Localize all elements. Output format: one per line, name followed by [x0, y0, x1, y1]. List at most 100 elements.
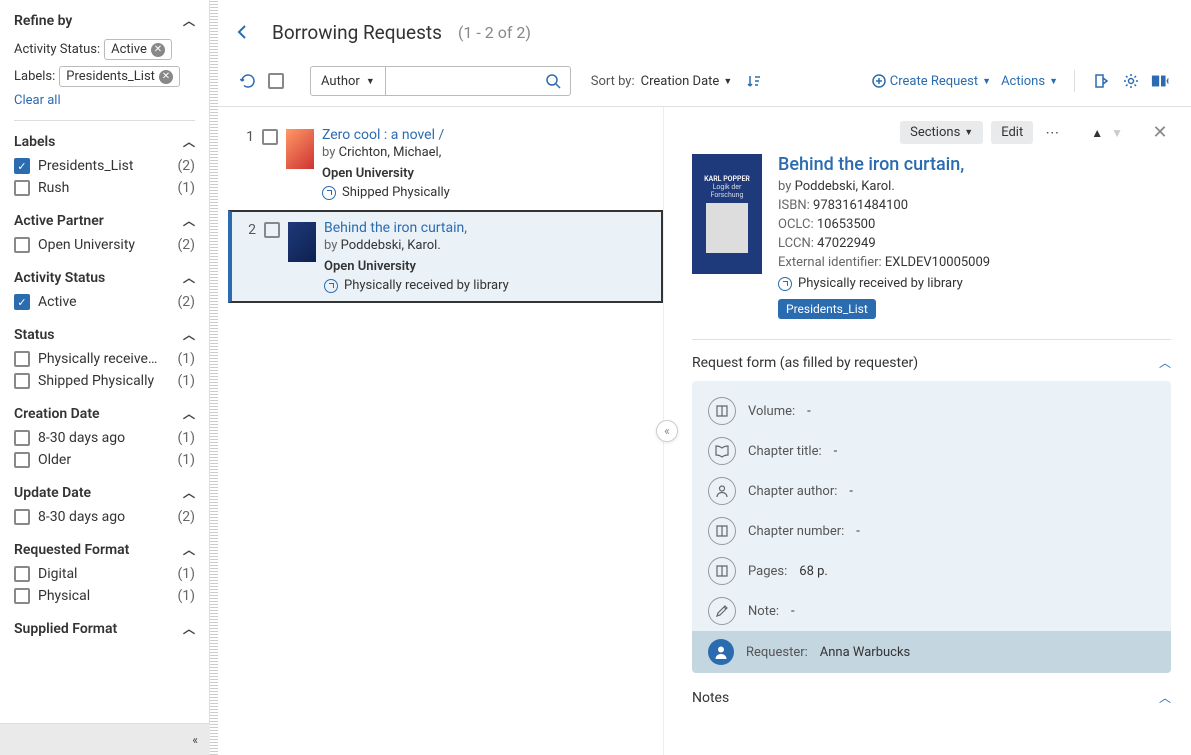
sections-button[interactable]: Sections ▼ [900, 121, 983, 144]
facet-item[interactable]: Older (1) [14, 452, 195, 468]
chevron-up-icon[interactable]: ︿ [183, 405, 195, 422]
chevron-up-icon[interactable]: ︿ [183, 484, 195, 501]
facet-item[interactable]: Open University (2) [14, 237, 195, 253]
create-request-button[interactable]: Create Request ▼ [872, 74, 991, 89]
facet-item[interactable]: ✓ Active (2) [14, 294, 195, 310]
edit-button[interactable]: Edit [991, 121, 1033, 144]
item-checkbox[interactable] [264, 222, 280, 238]
sort-direction-icon[interactable] [744, 71, 764, 91]
facet-header[interactable]: Creation Date ︿ [14, 405, 195, 422]
facet-item[interactable]: Physical (1) [14, 588, 195, 604]
book-open-icon [708, 437, 736, 465]
book-icon [708, 397, 736, 425]
search-field-select[interactable]: Author ▼ [311, 67, 386, 95]
clear-all-link[interactable]: Clear all [14, 93, 195, 108]
drag-handle[interactable] [210, 0, 218, 755]
list-pane: 1 Zero cool : a novel / by Crichton, Mic… [218, 107, 663, 755]
filter-chip[interactable]: Active✕ [104, 39, 172, 60]
facet-header[interactable]: Supplied Format ︿ [14, 620, 195, 637]
checkbox[interactable]: ✓ [14, 294, 30, 310]
close-detail-icon[interactable]: ✕ [1149, 122, 1171, 144]
chip-label: Labels: [14, 69, 55, 84]
detail-author: by Poddebski, Karol. [778, 179, 1171, 194]
search-button[interactable] [536, 67, 570, 95]
collapse-refine-icon[interactable]: ︿ [183, 12, 195, 29]
facet-header[interactable]: Status ︿ [14, 326, 195, 343]
form-row: Chapter title: - [692, 431, 1171, 471]
book-icon [708, 557, 736, 585]
sort-label: Sort by: [591, 74, 635, 89]
facet-header[interactable]: Update Date ︿ [14, 484, 195, 501]
chevron-up-icon[interactable]: ︿ [183, 326, 195, 343]
checkbox[interactable] [14, 237, 30, 253]
prev-record-icon[interactable]: ▲ [1091, 126, 1103, 140]
facet-item[interactable]: Digital (1) [14, 566, 195, 582]
item-title[interactable]: Behind the iron curtain, [324, 220, 653, 236]
item-checkbox[interactable] [262, 129, 278, 145]
settings-icon[interactable] [1121, 71, 1141, 91]
facet-item[interactable]: 8-30 days ago (1) [14, 430, 195, 446]
chevron-up-icon[interactable]: ︿ [183, 269, 195, 286]
facet-header[interactable]: Requested Format ︿ [14, 541, 195, 558]
facet-item[interactable]: Rush (1) [14, 180, 195, 196]
item-thumbnail [286, 129, 314, 169]
checkbox[interactable]: ✓ [14, 158, 30, 174]
checkbox[interactable] [14, 452, 30, 468]
facet-item[interactable]: 8-30 days ago (2) [14, 509, 195, 525]
requester-row[interactable]: Requester: Anna Warbucks [692, 631, 1171, 673]
filter-chip[interactable]: Presidents_List✕ [59, 66, 180, 87]
facet-item[interactable]: Physically receive… (1) [14, 351, 195, 367]
checkbox[interactable] [14, 509, 30, 525]
chevron-up-icon[interactable]: ︿ [183, 133, 195, 150]
page-count: (1 - 2 of 2) [458, 23, 531, 42]
list-item[interactable]: 1 Zero cool : a novel / by Crichton, Mic… [228, 117, 663, 210]
checkbox[interactable] [14, 566, 30, 582]
item-thumbnail [288, 222, 316, 262]
pencil-icon [708, 597, 736, 625]
remove-chip-icon[interactable]: ✕ [159, 70, 173, 84]
checkbox[interactable] [14, 373, 30, 389]
checkbox[interactable] [14, 430, 30, 446]
item-title[interactable]: Zero cool : a novel / [322, 127, 653, 143]
layout-toggle-icon[interactable] [1151, 71, 1171, 91]
checkbox[interactable] [14, 351, 30, 367]
label-chip[interactable]: Presidents_List [778, 299, 876, 319]
detail-thumbnail: KARL POPPER Logik der Forschung [692, 154, 762, 274]
export-icon[interactable] [1091, 71, 1111, 91]
checkbox[interactable] [14, 588, 30, 604]
actions-menu[interactable]: Actions ▼ [1001, 74, 1058, 89]
person-icon [708, 477, 736, 505]
form-row: Note: - [692, 591, 1171, 631]
next-record-icon: ▼ [1111, 126, 1123, 140]
form-row: Volume: - [692, 391, 1171, 431]
detail-title[interactable]: Behind the iron curtain, [778, 154, 1171, 175]
collapse-detail-icon[interactable]: « [656, 420, 678, 442]
page-title: Borrowing Requests [272, 21, 442, 44]
remove-chip-icon[interactable]: ✕ [151, 43, 165, 57]
facet-header[interactable]: Active Partner ︿ [14, 212, 195, 229]
meta-row: OCLC: 10653500 [778, 217, 1171, 232]
refresh-icon[interactable] [238, 71, 258, 91]
facet-header[interactable]: Labels ︿ [14, 133, 195, 150]
select-all-checkbox[interactable] [268, 73, 284, 89]
detail-status: Physically received by library [778, 276, 1171, 291]
checkbox[interactable] [14, 180, 30, 196]
collapse-sidebar-icon[interactable]: « [192, 733, 198, 747]
search-input[interactable] [386, 67, 536, 95]
facet-item[interactable]: Shipped Physically (1) [14, 373, 195, 389]
back-button[interactable] [228, 18, 256, 46]
more-actions-icon[interactable]: ⋯ [1041, 122, 1063, 144]
notes-section-header[interactable]: Notes ︿ [692, 689, 1171, 706]
chevron-up-icon[interactable]: ︿ [183, 212, 195, 229]
list-item[interactable]: 2 Behind the iron curtain, by Poddebski,… [228, 210, 663, 303]
facet-item[interactable]: ✓ Presidents_List (2) [14, 158, 195, 174]
detail-pane: Sections ▼ Edit ⋯ ▲ ▼ ✕ KARL POPPER Logi… [663, 107, 1191, 755]
chevron-up-icon[interactable]: ︿ [183, 541, 195, 558]
form-row: Chapter number: - [692, 511, 1171, 551]
item-number: 2 [240, 220, 256, 293]
facet-header[interactable]: Activity Status ︿ [14, 269, 195, 286]
request-form-section-header[interactable]: Request form (as filled by requester) ︿ [692, 354, 1171, 371]
sort-select[interactable]: Creation Date ▼ [641, 74, 733, 89]
meta-row: External identifier: EXLDEV10005009 [778, 255, 1171, 270]
chevron-up-icon[interactable]: ︿ [183, 620, 195, 637]
